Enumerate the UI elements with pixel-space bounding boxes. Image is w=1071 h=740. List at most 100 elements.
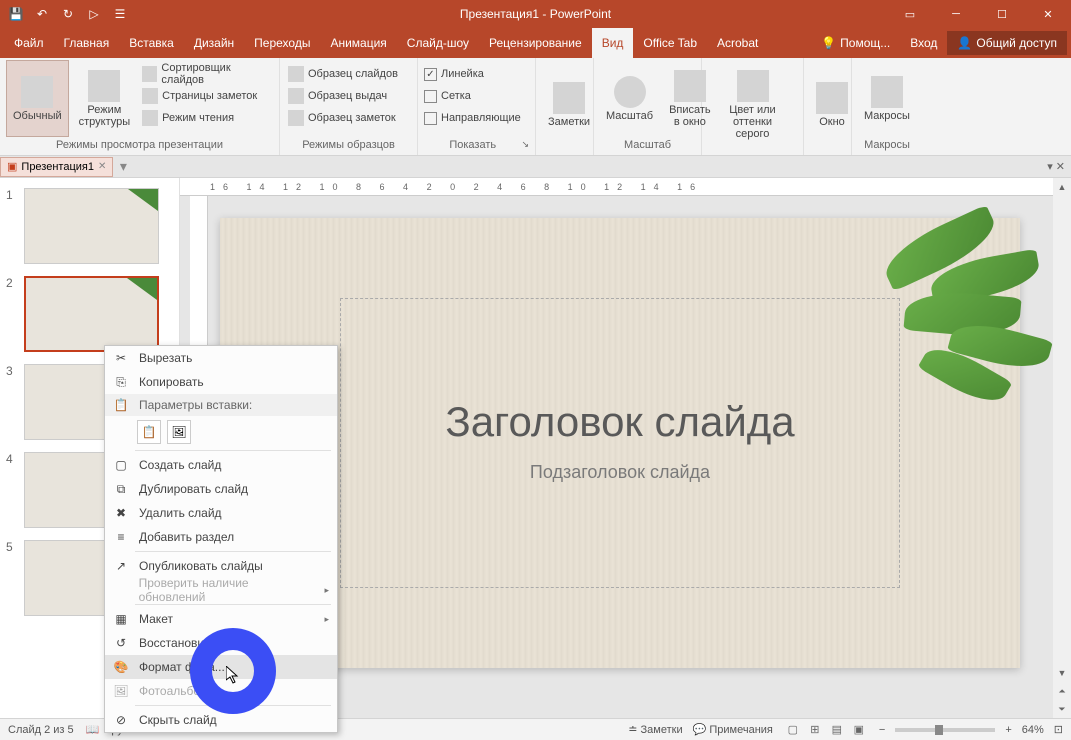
paste-keep-formatting[interactable]: 📋 xyxy=(137,420,161,444)
qat-save[interactable]: 💾 xyxy=(4,2,28,26)
zoom-percent[interactable]: 64% xyxy=(1022,724,1044,736)
master-slide[interactable]: Образец слайдов xyxy=(286,64,400,84)
view-outline[interactable]: Режим структуры xyxy=(73,60,137,137)
status-spellcheck-icon[interactable]: 📖 xyxy=(86,723,100,736)
hide-icon: ⊘ xyxy=(113,712,129,728)
status-slide-number: Слайд 2 из 5 xyxy=(8,724,74,736)
ctx-copy[interactable]: ⎘Копировать xyxy=(105,370,337,394)
ctx-hide-slide[interactable]: ⊘Скрыть слайд xyxy=(105,708,337,732)
help-button[interactable]: 💡Помощ... xyxy=(811,28,900,58)
ctx-format-background[interactable]: 🎨Формат фона... xyxy=(105,655,337,679)
slide-subtitle-placeholder[interactable]: Подзаголовок слайда xyxy=(320,462,920,483)
paste-picture[interactable]: 🖼 xyxy=(167,420,191,444)
menu-transitions[interactable]: Переходы xyxy=(244,28,320,58)
zoom-out-button[interactable]: − xyxy=(879,724,885,736)
zoom-in-button[interactable]: + xyxy=(1005,724,1011,736)
master-handout[interactable]: Образец выдач xyxy=(286,86,400,106)
delete-icon: ✖ xyxy=(113,505,129,521)
master-notes[interactable]: Образец заметок xyxy=(286,108,400,128)
view-normal[interactable]: Обычный xyxy=(6,60,69,137)
format-bg-icon: 🎨 xyxy=(113,659,129,675)
group-views-label: Режимы просмотра презентации xyxy=(6,137,273,153)
menu-officetab[interactable]: Office Tab xyxy=(633,28,707,58)
layout-icon: ▦ xyxy=(113,611,129,627)
fit-slide-icon[interactable]: ⊡ xyxy=(1054,723,1063,736)
close-button[interactable]: ✕ xyxy=(1025,0,1071,28)
zoom-button[interactable]: Масштаб xyxy=(600,60,659,137)
menu-slideshow[interactable]: Слайд-шоу xyxy=(397,28,479,58)
copy-icon: ⎘ xyxy=(113,374,129,390)
close-tab-icon[interactable]: ✕ xyxy=(98,161,106,172)
menu-review[interactable]: Рецензирование xyxy=(479,28,592,58)
menu-acrobat[interactable]: Acrobat xyxy=(707,28,768,58)
menu-design[interactable]: Дизайн xyxy=(184,28,244,58)
ctx-paste-options-header: 📋Параметры вставки: xyxy=(105,394,337,416)
duplicate-icon: ⧉ xyxy=(113,481,129,497)
show-guides[interactable]: Направляющие xyxy=(424,108,521,128)
signin-button[interactable]: Вход xyxy=(900,28,947,58)
ctx-reset-slide[interactable]: ↺Восстановить слайд xyxy=(105,631,337,655)
menu-view[interactable]: Вид xyxy=(592,28,634,58)
section-icon: ≡ xyxy=(113,529,129,545)
slide-canvas[interactable]: Заголовок слайда Подзаголовок слайда xyxy=(220,218,1020,668)
scroll-down-icon[interactable]: ▼ xyxy=(1053,664,1071,682)
view-reading[interactable]: Режим чтения xyxy=(140,108,273,128)
ctx-layout[interactable]: ▦Макет▸ xyxy=(105,607,337,631)
ctx-delete-slide[interactable]: ✖Удалить слайд xyxy=(105,501,337,525)
show-ruler[interactable]: ✓Линейка xyxy=(424,64,521,84)
view-slideshow-icon[interactable]: ▣ xyxy=(849,721,869,739)
qat-start-show[interactable]: ▷ xyxy=(82,2,106,26)
view-sorter[interactable]: Сортировщик слайдов xyxy=(140,64,273,84)
menu-animations[interactable]: Анимация xyxy=(320,28,396,58)
view-sorter-icon[interactable]: ⊞ xyxy=(805,721,825,739)
prev-slide-icon[interactable]: ⏶ xyxy=(1053,682,1071,700)
horizontal-ruler: 16 14 12 10 8 6 4 2 0 2 4 6 8 10 12 14 1… xyxy=(180,178,1071,196)
slide-thumbnail-2[interactable] xyxy=(24,276,159,352)
qat-more[interactable]: ☰ xyxy=(108,2,132,26)
view-reading-icon[interactable]: ▤ xyxy=(827,721,847,739)
menu-home[interactable]: Главная xyxy=(54,28,120,58)
slide-thumbnail-1[interactable] xyxy=(24,188,159,264)
status-notes-button[interactable]: ≐ Заметки xyxy=(628,723,682,736)
menu-file[interactable]: Файл xyxy=(4,28,54,58)
powerpoint-icon: ▣ xyxy=(7,160,17,173)
group-zoom-label: Масштаб xyxy=(600,137,695,153)
qat-undo[interactable]: ↶ xyxy=(30,2,54,26)
ctx-photo-album: 🖼Фотоальбом... xyxy=(105,679,337,703)
minimize-button[interactable]: ─ xyxy=(933,0,979,28)
maximize-button[interactable]: ☐ xyxy=(979,0,1025,28)
ctx-cut[interactable]: ✂Вырезать xyxy=(105,346,337,370)
vertical-scrollbar[interactable]: ▲ ▼ ⏶ ⏷ xyxy=(1053,178,1071,718)
document-tab[interactable]: ▣ Презентация1 ✕ xyxy=(0,157,113,177)
ctx-check-updates: Проверить наличие обновлений▸ xyxy=(105,578,337,602)
window-button[interactable]: Окно xyxy=(810,60,854,149)
ctx-new-slide[interactable]: ▢Создать слайд xyxy=(105,453,337,477)
ctx-duplicate-slide[interactable]: ⧉Дублировать слайд xyxy=(105,477,337,501)
zoom-slider[interactable] xyxy=(895,728,995,732)
status-comments-button[interactable]: 💬 Примечания xyxy=(693,723,773,736)
notes-button[interactable]: Заметки xyxy=(542,60,596,149)
ribbon-options-icon[interactable]: ▭ xyxy=(887,0,933,28)
ctx-add-section[interactable]: ≡Добавить раздел xyxy=(105,525,337,549)
add-tab-button[interactable]: ▾ xyxy=(113,158,133,175)
group-show-label: Показать ↘ xyxy=(424,137,529,153)
ctx-publish-slides[interactable]: ↗Опубликовать слайды xyxy=(105,554,337,578)
context-menu: ✂Вырезать ⎘Копировать 📋Параметры вставки… xyxy=(104,345,338,733)
menu-insert[interactable]: Вставка xyxy=(119,28,184,58)
share-button[interactable]: 👤Общий доступ xyxy=(947,31,1067,55)
doc-tabs-menu[interactable]: ▾ ✕ xyxy=(1041,160,1071,173)
publish-icon: ↗ xyxy=(113,558,129,574)
macros-button[interactable]: Макросы xyxy=(858,60,916,137)
slide-title-placeholder[interactable]: Заголовок слайда xyxy=(320,398,920,446)
group-masters-label: Режимы образцов xyxy=(286,137,411,153)
color-grayscale-button[interactable]: Цвет или оттенки серого xyxy=(708,60,797,149)
view-normal-icon[interactable]: ▢ xyxy=(783,721,803,739)
reset-icon: ↺ xyxy=(113,635,129,651)
show-grid[interactable]: Сетка xyxy=(424,86,521,106)
view-notes-page[interactable]: Страницы заметок xyxy=(140,86,273,106)
scroll-up-icon[interactable]: ▲ xyxy=(1053,178,1071,196)
qat-redo[interactable]: ↻ xyxy=(56,2,80,26)
clipboard-icon: 📋 xyxy=(113,397,129,413)
next-slide-icon[interactable]: ⏷ xyxy=(1053,700,1071,718)
new-slide-icon: ▢ xyxy=(113,457,129,473)
